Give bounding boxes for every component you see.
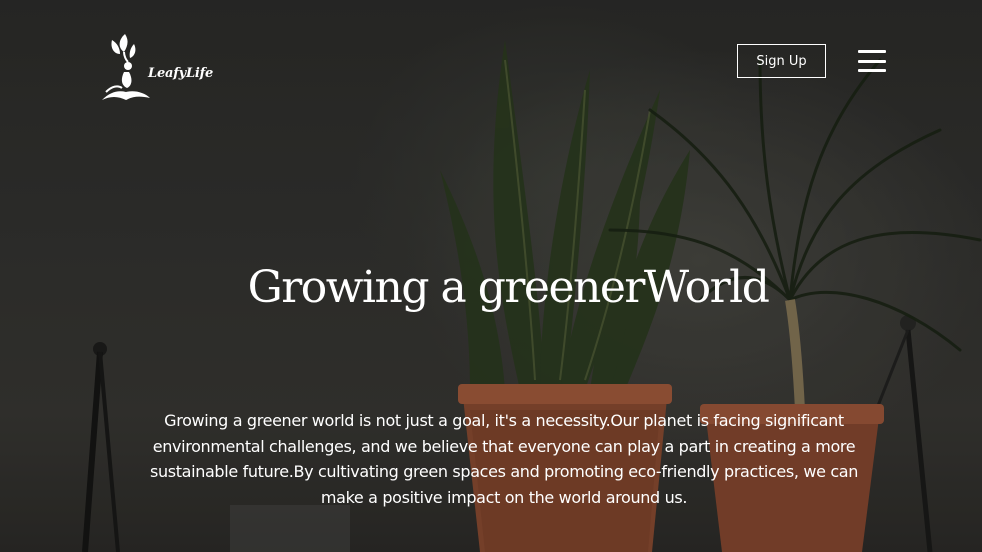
menu-line — [858, 50, 886, 53]
sign-up-button[interactable]: Sign Up — [737, 44, 826, 78]
hero-title: Growing a greenerWorld — [247, 262, 770, 313]
menu-line — [858, 59, 886, 63]
menu-line — [858, 69, 886, 72]
brand-logo[interactable]: LeafyLife — [100, 30, 220, 102]
brand-name: LeafyLife — [148, 66, 214, 81]
hero-description: Growing a greener world is not just a go… — [149, 411, 859, 507]
hamburger-menu-icon[interactable] — [858, 50, 886, 72]
person-with-leaves-icon — [102, 34, 150, 100]
